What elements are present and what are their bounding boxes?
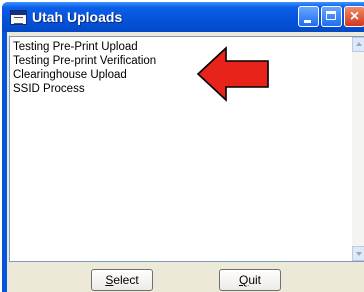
select-button[interactable]: Select: [91, 269, 153, 291]
list-item[interactable]: Testing Pre-print Verification: [13, 54, 156, 68]
utah-uploads-window: Utah Uploads × Testing Pre-Print Upload …: [2, 2, 364, 292]
scroll-up-button[interactable]: [352, 37, 364, 52]
window-title: Utah Uploads: [32, 9, 123, 25]
close-button[interactable]: ×: [344, 6, 364, 27]
quit-button[interactable]: Quit: [219, 269, 281, 291]
app-window-icon: [10, 10, 27, 25]
minimize-button[interactable]: [298, 6, 319, 27]
dialog-client-area: Testing Pre-Print Upload Testing Pre-pri…: [7, 32, 364, 292]
red-arrow-annotation-icon: [196, 46, 269, 102]
close-icon: ×: [349, 8, 360, 25]
list-item[interactable]: SSID Process: [13, 82, 85, 96]
list-item[interactable]: Clearinghouse Upload: [13, 68, 127, 82]
red-arrow-shape: [196, 46, 269, 102]
vertical-scrollbar[interactable]: [352, 37, 364, 261]
maximize-button[interactable]: [321, 6, 342, 27]
scroll-down-button[interactable]: [352, 246, 364, 261]
select-button-label: elect: [113, 273, 139, 287]
quit-button-mnemonic: Q: [238, 273, 249, 287]
uploads-listbox[interactable]: Testing Pre-Print Upload Testing Pre-pri…: [9, 36, 364, 262]
quit-button-label: uit: [248, 273, 262, 287]
title-bar[interactable]: Utah Uploads ×: [2, 2, 364, 32]
list-item[interactable]: Testing Pre-Print Upload: [13, 40, 138, 54]
